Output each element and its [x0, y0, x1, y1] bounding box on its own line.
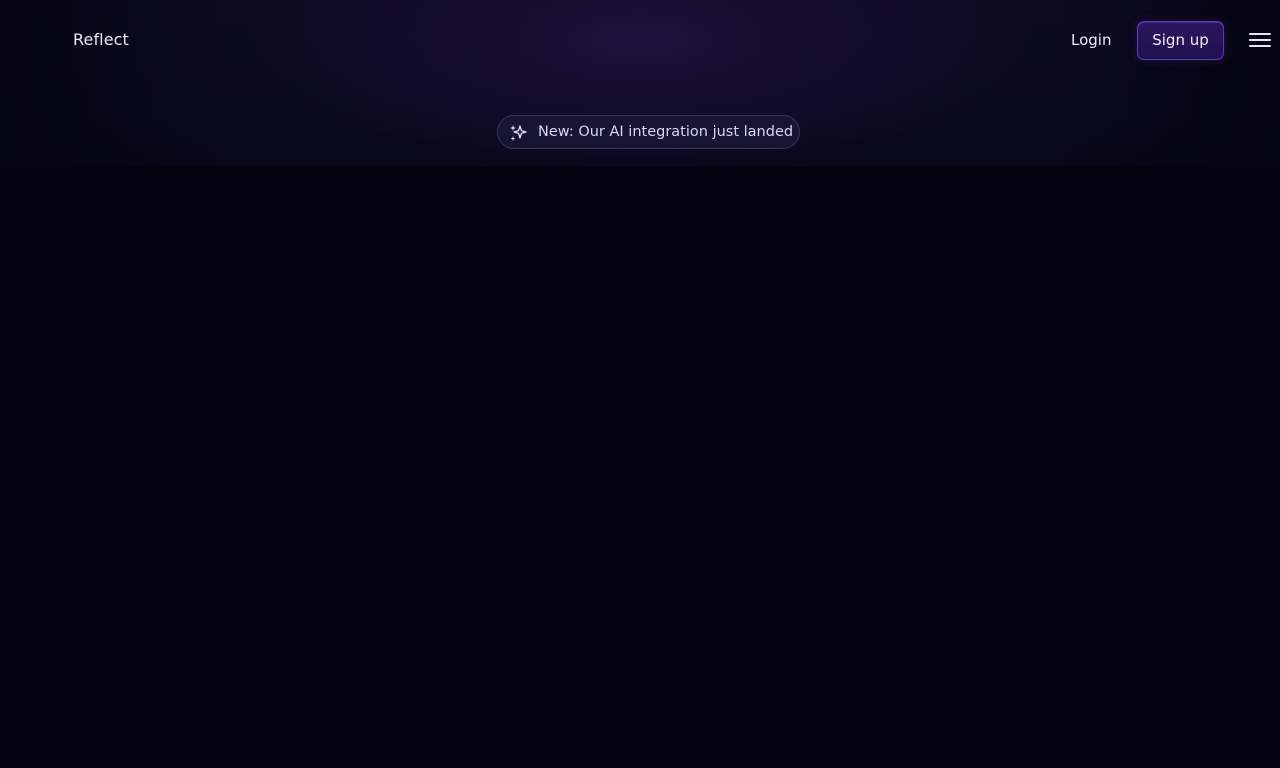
hamburger-menu-icon[interactable]	[1249, 31, 1271, 49]
announcement-text: New: Our AI integration just landed	[538, 124, 794, 140]
brand-logo-link[interactable]: Reflect	[73, 29, 129, 51]
menu-bar	[1249, 39, 1271, 41]
menu-bar	[1249, 33, 1271, 35]
sparkles-icon	[510, 125, 527, 141]
login-link[interactable]: Login	[1071, 29, 1111, 51]
menu-bar	[1249, 45, 1271, 47]
page: Reflect Login Sign up New: Our AI integr…	[0, 0, 1280, 768]
top-nav: Reflect Login Sign up	[0, 0, 1280, 80]
signup-button[interactable]: Sign up	[1137, 21, 1224, 60]
announcement-pill[interactable]: New: Our AI integration just landed	[497, 115, 800, 149]
